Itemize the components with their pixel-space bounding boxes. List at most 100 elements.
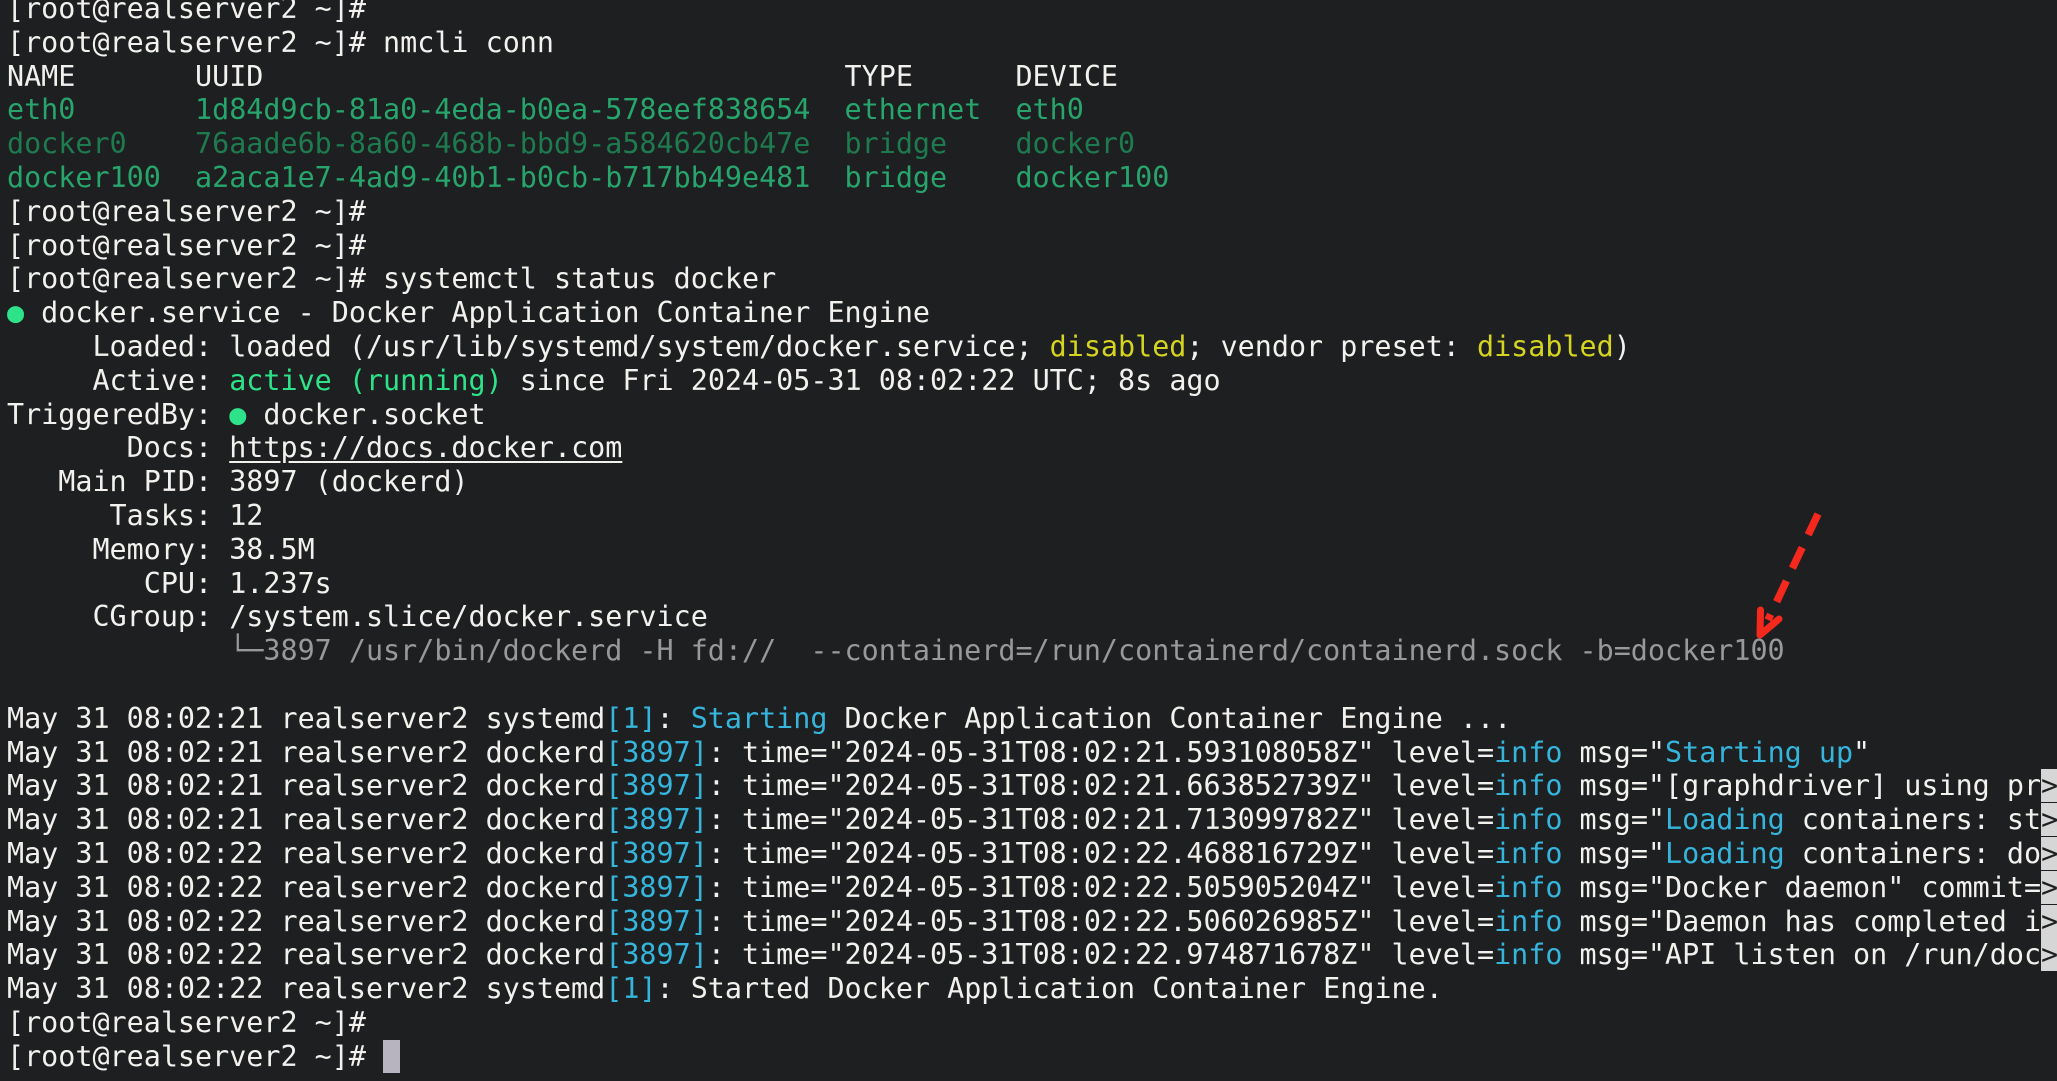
table-header: NAME UUID TYPE DEVICE: [7, 60, 1118, 93]
text-segment: : time="2024-05-31T08:02:21.663852739Z" …: [708, 769, 1494, 802]
text-segment: msg=": [1562, 837, 1665, 870]
text-segment: └─3897 /usr/bin/dockerd -H fd:// --conta…: [7, 634, 1785, 667]
blank-line: [7, 668, 2057, 702]
docs-link[interactable]: https://docs.docker.com: [229, 431, 622, 464]
shell-prompt: [root@realserver2 ~]#: [7, 1040, 383, 1073]
shell-prompt: [root@realserver2 ~]#: [7, 195, 366, 228]
text-segment: docker100 a2aca1e7-4ad9-40b1-b0cb-b717bb…: [7, 161, 1169, 194]
command-line-systemctl: [root@realserver2 ~]# systemctl status d…: [7, 262, 2057, 296]
command-line-nmcli: [root@realserver2 ~]# nmcli conn: [7, 26, 2057, 60]
text-segment: containers: st: [1785, 803, 2041, 836]
active-line: Active: active (running) since Fri 2024-…: [7, 364, 2057, 398]
loaded-line: Loaded: loaded (/usr/lib/systemd/system/…: [7, 330, 2057, 364]
command-text: nmcli conn: [383, 26, 554, 59]
text-segment: info: [1494, 769, 1562, 802]
text-segment: CGroup: /system.slice/docker.service: [7, 600, 708, 633]
text-segment: May 31 08:02:22 realserver2 dockerd: [7, 871, 605, 904]
text-segment: Memory: 38.5M: [7, 533, 315, 566]
text-segment: May 31 08:02:22 realserver2 systemd: [7, 972, 605, 1005]
text-segment: [3897]: [605, 837, 708, 870]
nmcli-row-docker100: docker100 a2aca1e7-4ad9-40b1-b0cb-b717bb…: [7, 161, 2057, 195]
text-segment: disabled: [1050, 330, 1187, 363]
text-segment: [3897]: [605, 938, 708, 971]
text-segment: May 31 08:02:22 realserver2 dockerd: [7, 837, 605, 870]
text-segment: eth0 1d84d9cb-81a0-4eda-b0ea-578eef83865…: [7, 93, 1084, 126]
text-segment: Docker Application Container Engine ...: [827, 702, 1511, 735]
line-truncation-indicator: >: [2041, 837, 2057, 870]
line-truncation-indicator: >: [2041, 803, 2057, 836]
text-segment: May 31 08:02:22 realserver2 dockerd: [7, 905, 605, 938]
text-segment: Starting up: [1665, 736, 1853, 769]
text-segment: info: [1494, 803, 1562, 836]
journal-line: May 31 08:02:22 realserver2 dockerd[3897…: [7, 905, 2057, 939]
nmcli-row-docker0: docker0 76aade6b-8a60-468b-bbd9-a584620c…: [7, 127, 2057, 161]
command-text: systemctl status docker: [383, 262, 776, 295]
line-truncation-indicator: >: [2041, 769, 2057, 802]
journal-line: May 31 08:02:22 realserver2 dockerd[3897…: [7, 837, 2057, 871]
prompt-line: [root@realserver2 ~]#: [7, 195, 2057, 229]
text-segment: since Fri 2024-05-31 08:02:22 UTC; 8s ag…: [503, 364, 1221, 397]
text-segment: May 31 08:02:22 realserver2 dockerd: [7, 938, 605, 971]
text-segment: : time="2024-05-31T08:02:22.506026985Z" …: [708, 905, 1494, 938]
journal-line: May 31 08:02:21 realserver2 dockerd[3897…: [7, 769, 2057, 803]
text-segment: : time="2024-05-31T08:02:21.713099782Z" …: [708, 803, 1494, 836]
shell-prompt: [root@realserver2 ~]#: [7, 1006, 366, 1039]
text-segment: : time="2024-05-31T08:02:21.593108058Z" …: [708, 736, 1494, 769]
journal-line: May 31 08:02:22 realserver2 dockerd[3897…: [7, 938, 2057, 972]
triggeredby-line: TriggeredBy: ● docker.socket: [7, 398, 2057, 432]
text-segment: msg="Daemon has completed i: [1562, 905, 2041, 938]
text-segment: [1]: [605, 702, 656, 735]
journal-line: May 31 08:02:22 realserver2 dockerd[3897…: [7, 871, 2057, 905]
text-segment: info: [1494, 736, 1562, 769]
shell-prompt: [root@realserver2 ~]#: [7, 262, 383, 295]
text-segment: CPU: 1.237s: [7, 567, 332, 600]
shell-prompt: [root@realserver2 ~]#: [7, 0, 366, 25]
text-segment: [3897]: [605, 803, 708, 836]
line-truncation-indicator: >: [2041, 871, 2057, 904]
text-segment: containers: do: [1785, 837, 2041, 870]
text-segment: info: [1494, 871, 1562, 904]
text-segment: Docs:: [7, 431, 229, 464]
text-segment: [7, 668, 24, 701]
text-segment: info: [1494, 938, 1562, 971]
text-segment: msg=": [1562, 803, 1665, 836]
prompt-line: [root@realserver2 ~]#: [7, 1040, 2057, 1074]
text-segment: May 31 08:02:21 realserver2 dockerd: [7, 736, 605, 769]
text-segment: [3897]: [605, 736, 708, 769]
prompt-line: [root@realserver2 ~]#: [7, 229, 2057, 263]
text-segment: msg=": [1562, 736, 1665, 769]
terminal-screen: { "terminal": { "prompt": "[root@realser…: [0, 0, 2057, 1081]
text-segment: Active:: [7, 364, 229, 397]
nmcli-header-row: NAME UUID TYPE DEVICE: [7, 60, 2057, 94]
active-status-dot-icon: ●: [229, 398, 246, 431]
text-segment: Loading: [1665, 837, 1785, 870]
text-segment: : time="2024-05-31T08:02:22.505905204Z" …: [708, 871, 1494, 904]
red-arrow-annotation: [1740, 500, 1850, 650]
text-segment: msg="API listen on /run/doc: [1562, 938, 2041, 971]
text-segment: info: [1494, 905, 1562, 938]
text-segment: msg="[graphdriver] using pr: [1562, 769, 2041, 802]
text-segment: May 31 08:02:21 realserver2 dockerd: [7, 769, 605, 802]
text-segment: May 31 08:02:21 realserver2 dockerd: [7, 803, 605, 836]
text-segment: : time="2024-05-31T08:02:22.974871678Z" …: [708, 938, 1494, 971]
shell-prompt: [root@realserver2 ~]#: [7, 26, 383, 59]
journal-line: May 31 08:02:21 realserver2 systemd[1]: …: [7, 702, 2057, 736]
mainpid-line: Main PID: 3897 (dockerd): [7, 465, 2057, 499]
journal-line: May 31 08:02:22 realserver2 systemd[1]: …: [7, 972, 2057, 1006]
terminal-window[interactable]: [root@realserver2 ~]#[root@realserver2 ~…: [0, 0, 2057, 1081]
text-segment: TriggeredBy:: [7, 398, 229, 431]
text-segment: Loaded: loaded (/usr/lib/systemd/system/…: [7, 330, 1050, 363]
text-segment: msg="Docker daemon" commit=: [1562, 871, 2041, 904]
text-segment: Main PID: 3897 (dockerd): [7, 465, 469, 498]
active-status-dot-icon: ●: [7, 296, 24, 329]
service-title-line: ● docker.service - Docker Application Co…: [7, 296, 2057, 330]
text-segment: info: [1494, 837, 1562, 870]
text-segment: [3897]: [605, 905, 708, 938]
text-segment: [1]: [605, 972, 656, 1005]
text-segment: ": [1853, 736, 1870, 769]
terminal-cursor: [383, 1040, 400, 1073]
journal-line: May 31 08:02:21 realserver2 dockerd[3897…: [7, 803, 2057, 837]
text-segment: : Started Docker Application Container E…: [657, 972, 1443, 1005]
text-segment: active (running): [229, 364, 502, 397]
nmcli-row-eth0: eth0 1d84d9cb-81a0-4eda-b0ea-578eef83865…: [7, 93, 2057, 127]
